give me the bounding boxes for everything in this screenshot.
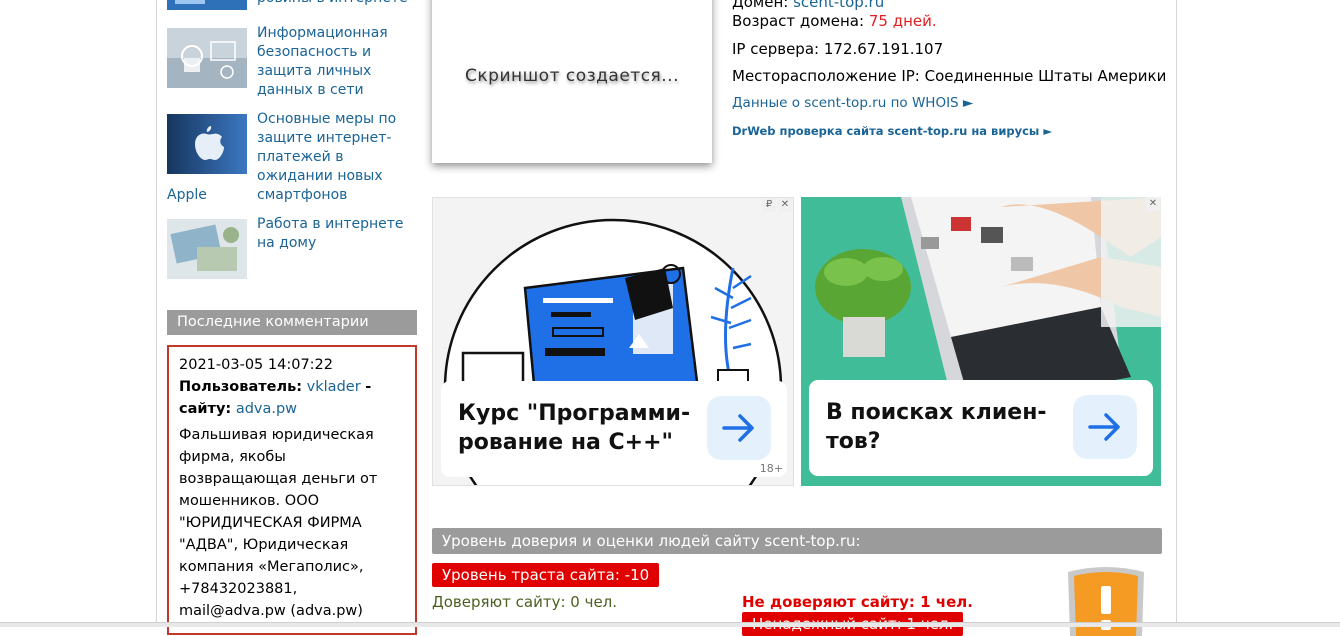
post-thumbnail[interactable] (167, 114, 247, 174)
arrow-right-icon (722, 414, 754, 442)
ip-location-line: Месторасположение IP: Соединенные Штаты … (732, 66, 1166, 86)
arrow-right-icon (1088, 413, 1120, 441)
ad-close-icon[interactable]: ✕ (1146, 197, 1160, 211)
domain-age-line: Возраст домена: 75 дней. (732, 11, 937, 31)
content-border-right (1176, 0, 1177, 626)
domain-age-label: Возраст домена: (732, 12, 865, 30)
comment-date: 2021-03-05 14:07:22 (179, 357, 333, 373)
ad-card[interactable]: В поисках клиен-тов? (809, 380, 1153, 476)
site-screenshot-placeholder: Скриншот создается... (432, 0, 712, 163)
screenshot-status-text: Скриншот создается... (465, 66, 679, 86)
sidebar-post-link[interactable]: Основные меры по защите интернет-платеже… (257, 110, 419, 205)
horizontal-scrollbar[interactable] (0, 622, 1340, 627)
domain-link[interactable]: scent-top.ru (793, 0, 884, 11)
comment-author-line: Пользователь: vklader - сайту: adva.pw (179, 376, 405, 420)
comment-user-link[interactable]: vklader (307, 379, 361, 395)
ad-card[interactable]: Курс "Программи-рование на С++" 18+ (441, 381, 787, 477)
sidebar-post-link[interactable]: Информационная безопасность и защита лич… (257, 24, 419, 100)
domain-age-value: 75 дней. (868, 12, 937, 30)
ad-title: В поисках клиен-тов? (826, 400, 1047, 454)
post-thumbnail[interactable] (167, 28, 247, 88)
ad-close-icon[interactable]: ✕ (778, 198, 792, 212)
whois-link[interactable]: Данные о scent-top.ru по WHOIS ► (732, 95, 973, 111)
server-ip-value: 172.67.191.107 (823, 40, 944, 58)
trust-no-count: Не доверяют сайту: 1 чел. (742, 593, 973, 611)
sidebar-post-link-overflow[interactable]: Apple (167, 186, 207, 205)
ad-banner-cpp-course[interactable]: ₽ ✕ Курс "Программи-рование на С++" 18+ (432, 197, 794, 486)
trust-level-badge: Уровень траста сайта: -10 (432, 563, 660, 587)
sidebar-post-link[interactable]: ровины в интернете (257, 0, 419, 8)
domain-label: Домен: (732, 0, 789, 11)
ip-location-value: Соединенные Штаты Америки (924, 67, 1167, 85)
post-thumbnail[interactable] (167, 219, 247, 279)
comment-user-label: Пользователь: (179, 379, 303, 395)
post-thumbnail[interactable] (167, 0, 247, 10)
server-ip-line: IP сервера: 172.67.191.107 (732, 39, 943, 59)
sidebar-post-link[interactable]: Работа в интернете на дому (257, 215, 419, 253)
ip-location-label: Месторасположение IP: (732, 67, 920, 85)
ad-go-button[interactable] (1073, 395, 1137, 459)
ad-ruble-badge: ₽ (762, 198, 776, 212)
trust-yes-count: Доверяют сайту: 0 чел. (432, 593, 618, 611)
ad-title: Курс "Программи-рование на С++" (458, 401, 691, 455)
comment-text: Фальшивая юридическая фирма, якобы возвр… (179, 427, 378, 619)
comment-card: 2021-03-05 14:07:22 Пользователь: vklade… (167, 345, 417, 635)
drweb-link[interactable]: DrWeb проверка сайта scent-top.ru на вир… (732, 124, 1052, 138)
content-border-left (156, 0, 157, 626)
comment-site-link[interactable]: adva.pw (236, 401, 297, 417)
age-rating: 18+ (759, 462, 783, 475)
server-ip-label: IP сервера: (732, 40, 820, 58)
latest-comments-heading: Последние комментарии (167, 310, 417, 335)
trust-section-heading: Уровень доверия и оценки людей сайту sce… (432, 528, 1162, 554)
ad-go-button[interactable] (707, 396, 771, 460)
ad-banner-clients[interactable]: ✕ В поисках клиен-тов? (801, 197, 1161, 486)
